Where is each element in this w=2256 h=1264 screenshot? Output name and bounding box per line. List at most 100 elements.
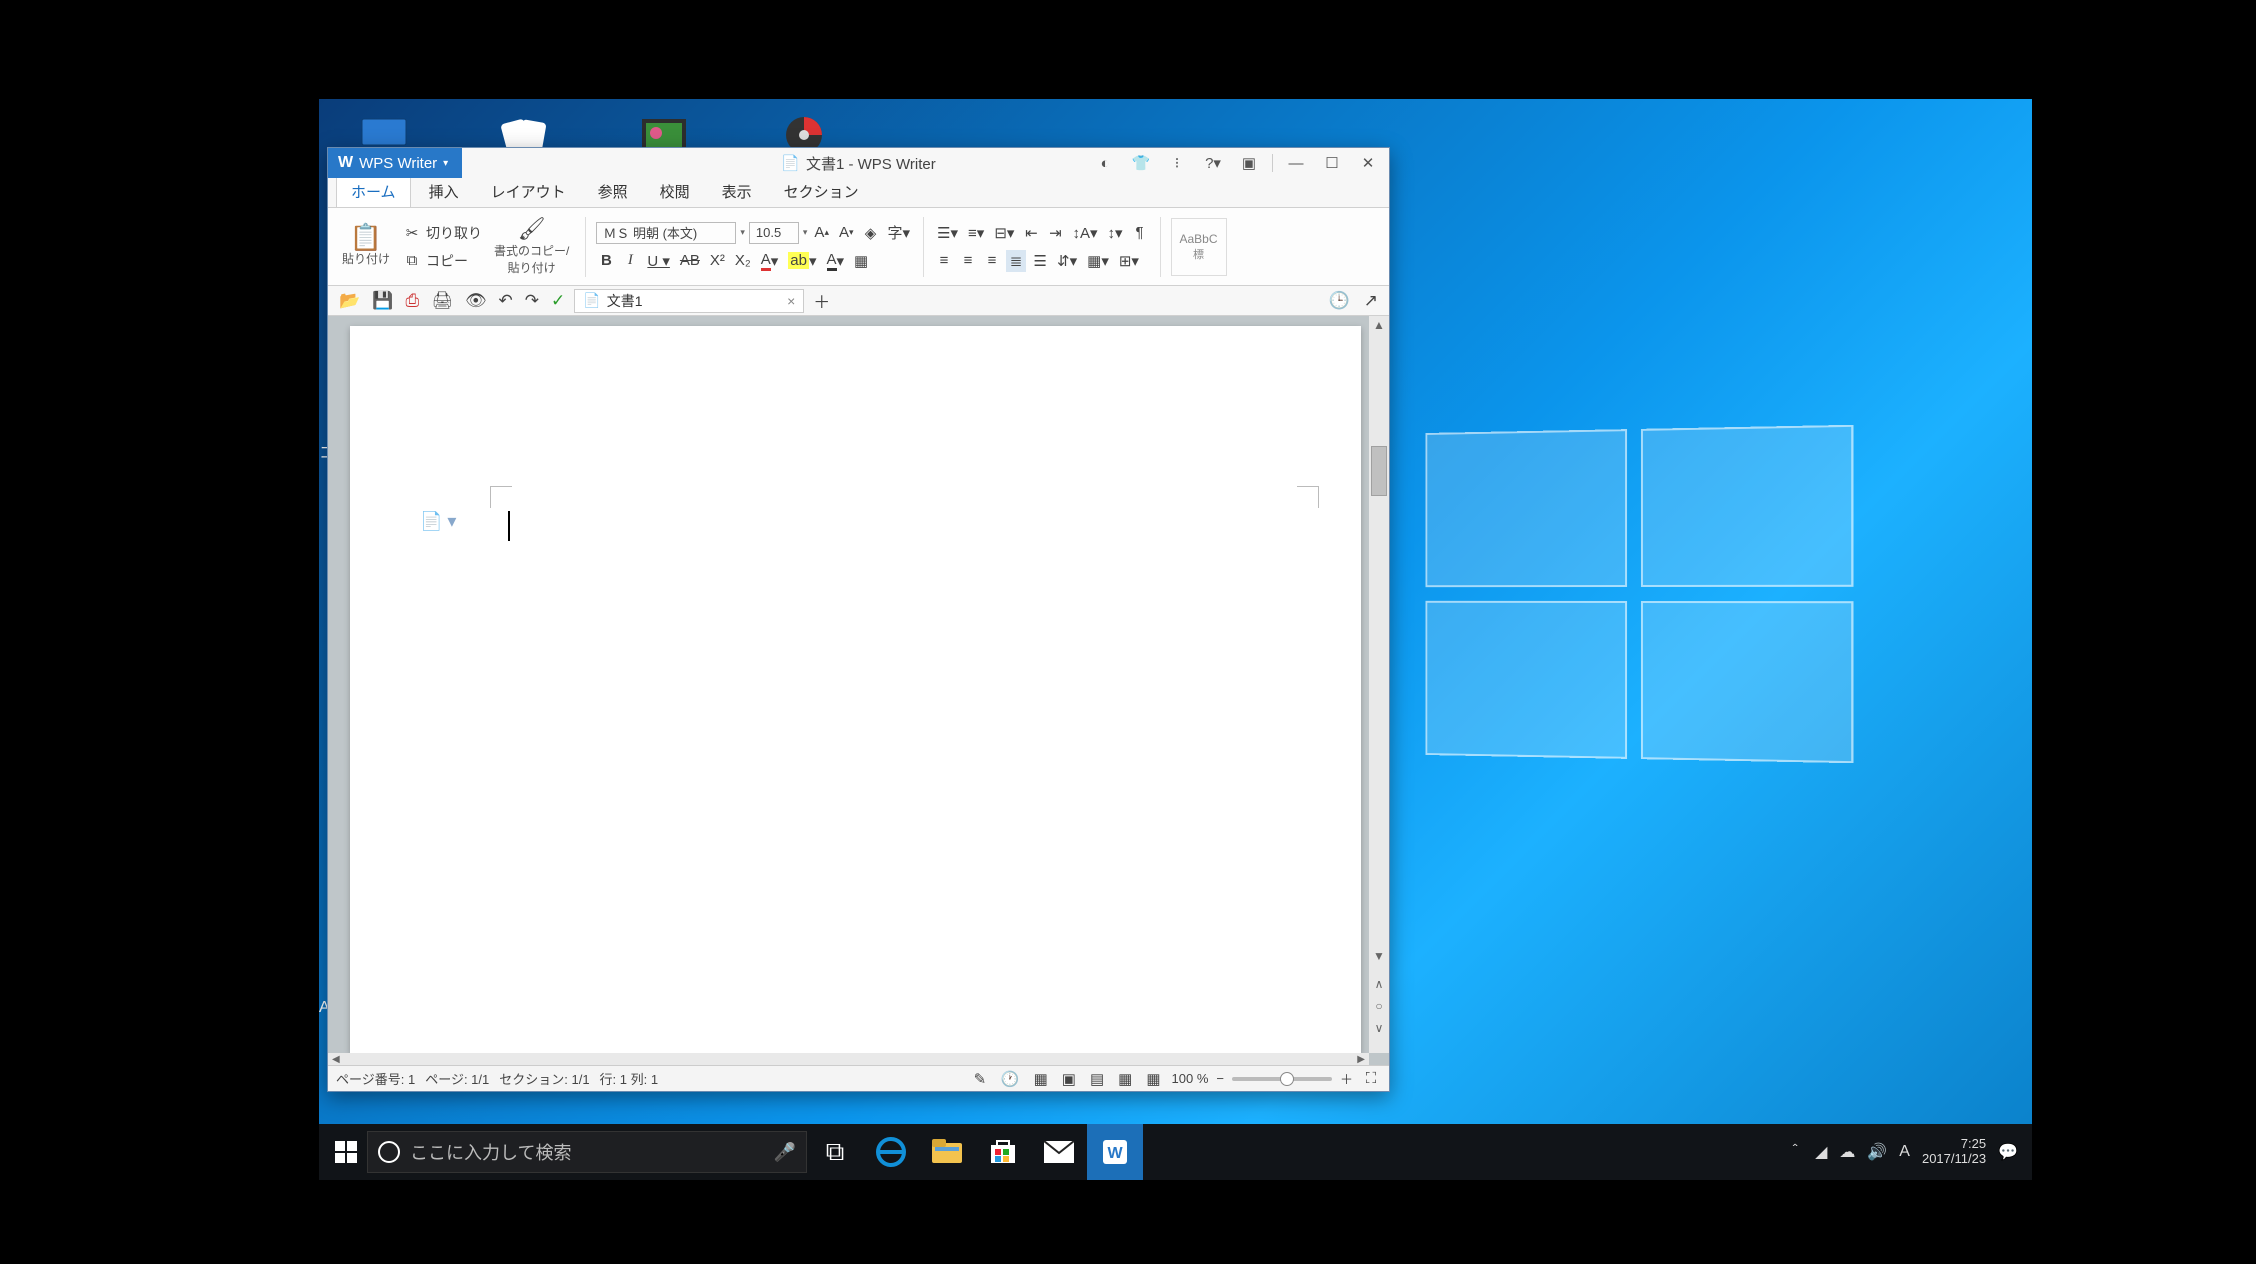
titlebar-icon-1[interactable]: ◐	[1092, 153, 1118, 173]
export-pdf-icon[interactable]: ⎙	[402, 290, 422, 312]
format-painter-group[interactable]: 🖌 書式のコピー/ 貼り付け	[488, 210, 575, 283]
tab-section[interactable]: セクション	[770, 176, 873, 207]
highlight-button[interactable]: ab▾	[785, 250, 819, 272]
tray-onedrive-icon[interactable]: ☁	[1839, 1142, 1855, 1162]
tray-network-icon[interactable]: ◢	[1815, 1142, 1827, 1162]
sort-button[interactable]: ↕▾	[1104, 222, 1125, 244]
zoom-value[interactable]: 100 %	[1172, 1071, 1209, 1086]
taskbar-mail[interactable]	[1031, 1124, 1087, 1180]
ribbon-collapse-icon[interactable]: ▣	[1236, 153, 1262, 173]
superscript-button[interactable]: X²	[707, 250, 728, 272]
status-language-icon[interactable]: 🕐	[998, 1068, 1023, 1090]
underline-button[interactable]: U ▾	[644, 250, 673, 272]
help-icon[interactable]: ?▾	[1200, 153, 1226, 173]
print-icon[interactable]: 🖨	[428, 290, 456, 312]
close-tab-icon[interactable]: ×	[787, 293, 795, 309]
zoom-slider[interactable]	[1232, 1077, 1332, 1081]
copy-icon[interactable]: ⧉	[402, 250, 422, 272]
tab-layout[interactable]: レイアウト	[477, 176, 580, 207]
text-direction-button[interactable]: ↕A▾	[1069, 222, 1100, 244]
tab-review[interactable]: 校閲	[646, 176, 704, 207]
tray-overflow-icon[interactable]: ＾	[1787, 1140, 1803, 1164]
browse-object-icon[interactable]: ○	[1369, 997, 1389, 1015]
grow-font-icon[interactable]: A▴	[811, 222, 832, 244]
app-badge[interactable]: WPS Writer ▾	[328, 148, 462, 178]
print-preview-icon[interactable]: 👁	[462, 290, 490, 312]
status-position[interactable]: 行: 1 列: 1	[600, 1069, 659, 1088]
line-spacing-button[interactable]: ⇵▾	[1054, 250, 1080, 272]
microphone-icon[interactable]: 🎤	[774, 1142, 796, 1163]
open-icon[interactable]: 📂	[336, 290, 363, 312]
scroll-up-icon[interactable]: ▲	[1369, 316, 1389, 334]
maximize-button[interactable]: ☐	[1319, 153, 1345, 173]
clear-format-icon[interactable]: ◈	[861, 222, 881, 244]
status-page[interactable]: ページ: 1/1	[425, 1069, 489, 1088]
scroll-thumb[interactable]	[1371, 446, 1387, 496]
view-outline-icon[interactable]: ▤	[1087, 1068, 1107, 1090]
font-name-select[interactable]: ＭＳ 明朝 (本文)	[596, 222, 736, 244]
italic-button[interactable]: I	[620, 250, 640, 272]
view-draft-icon[interactable]: ▦	[1115, 1068, 1135, 1090]
taskbar-search[interactable]: ここに入力して検索 🎤	[367, 1131, 807, 1173]
task-view-button[interactable]: ⧉	[807, 1124, 863, 1180]
prev-page-icon[interactable]: ∧	[1369, 975, 1389, 993]
distribute-button[interactable]: ☰	[1030, 250, 1050, 272]
bullets-button[interactable]: ☰▾	[934, 222, 961, 244]
taskbar-store[interactable]	[975, 1124, 1031, 1180]
vertical-scrollbar[interactable]: ▲ ▼ ∧ ○ ∨	[1369, 316, 1389, 1053]
align-center-button[interactable]: ≡	[958, 250, 978, 272]
horizontal-scrollbar[interactable]: ◀ ▶	[328, 1053, 1369, 1065]
increase-indent-button[interactable]: ⇥	[1045, 222, 1065, 244]
taskbar-clock[interactable]: 7:25 2017/11/23	[1922, 1137, 1986, 1167]
show-marks-button[interactable]: ¶	[1130, 222, 1150, 244]
taskbar-explorer[interactable]	[919, 1124, 975, 1180]
save-icon[interactable]: 💾	[369, 290, 396, 312]
numbering-button[interactable]: ≡▾	[965, 222, 987, 244]
scroll-right-icon[interactable]: ▶	[1357, 1054, 1365, 1065]
page[interactable]: 📄 ▾	[350, 326, 1361, 1053]
phonetic-guide-icon[interactable]: 字▾	[885, 222, 914, 244]
paste-icon[interactable]: 📋	[347, 226, 385, 248]
qat-right-icon-1[interactable]: 🕒	[1326, 290, 1353, 312]
status-page-number[interactable]: ページ番号: 1	[336, 1069, 415, 1088]
dropdown-icon[interactable]: ▾	[803, 227, 808, 238]
titlebar-icon-3[interactable]: ⁝	[1164, 153, 1190, 173]
borders-button[interactable]: ⊞▾	[1116, 250, 1142, 272]
titlebar[interactable]: WPS Writer ▾ 📄 文書1 - WPS Writer ◐ 👕 ⁝ ?▾…	[328, 148, 1389, 178]
undo-icon[interactable]: ↶	[496, 290, 516, 312]
titlebar-icon-2[interactable]: 👕	[1128, 153, 1154, 173]
style-gallery-item[interactable]: AaBbC 標	[1171, 218, 1227, 276]
qat-right-icon-2[interactable]: ↗	[1361, 290, 1381, 312]
tab-reference[interactable]: 参照	[584, 176, 642, 207]
start-button[interactable]	[325, 1131, 367, 1173]
font-color-button[interactable]: A▾	[758, 250, 782, 272]
bold-button[interactable]: B	[596, 250, 616, 272]
decrease-indent-button[interactable]: ⇤	[1021, 222, 1041, 244]
app-menu-dropdown-icon[interactable]: ▾	[443, 158, 448, 169]
zoom-out-button[interactable]: −	[1216, 1071, 1224, 1086]
view-reading-icon[interactable]: ▦	[1143, 1068, 1163, 1090]
redo-icon[interactable]: ↷	[522, 290, 542, 312]
minimize-button[interactable]: —	[1283, 153, 1309, 173]
align-left-button[interactable]: ≡	[934, 250, 954, 272]
taskbar-edge[interactable]	[863, 1124, 919, 1180]
document-tab[interactable]: 📄文書1 ×	[574, 289, 804, 313]
action-center-icon[interactable]: 💬	[1998, 1142, 2018, 1162]
subscript-button[interactable]: X₂	[732, 250, 754, 272]
tab-home[interactable]: ホーム	[336, 175, 411, 207]
strike-button[interactable]: AB	[677, 250, 703, 272]
tray-ime-icon[interactable]: A	[1899, 1143, 1910, 1161]
font-size-select[interactable]: 10.5	[749, 222, 799, 244]
tab-insert[interactable]: 挿入	[415, 176, 473, 207]
dropdown-icon[interactable]: ▾	[740, 227, 745, 238]
desktop[interactable]: コ Acr WPS Writer ▾ 📄 文書1 - WPS Writer ◐ …	[319, 99, 2032, 1180]
next-page-icon[interactable]: ∨	[1369, 1019, 1389, 1037]
status-section[interactable]: セクション: 1/1	[499, 1069, 589, 1088]
char-shading-button[interactable]: A▾	[824, 250, 848, 272]
shrink-font-icon[interactable]: A▾	[836, 222, 857, 244]
align-justify-button[interactable]: ≣	[1006, 250, 1026, 272]
char-border-button[interactable]: ▦	[851, 250, 871, 272]
taskbar-wps-writer[interactable]: W	[1087, 1124, 1143, 1180]
tab-view[interactable]: 表示	[708, 176, 766, 207]
shading-button[interactable]: ▦▾	[1084, 250, 1112, 272]
